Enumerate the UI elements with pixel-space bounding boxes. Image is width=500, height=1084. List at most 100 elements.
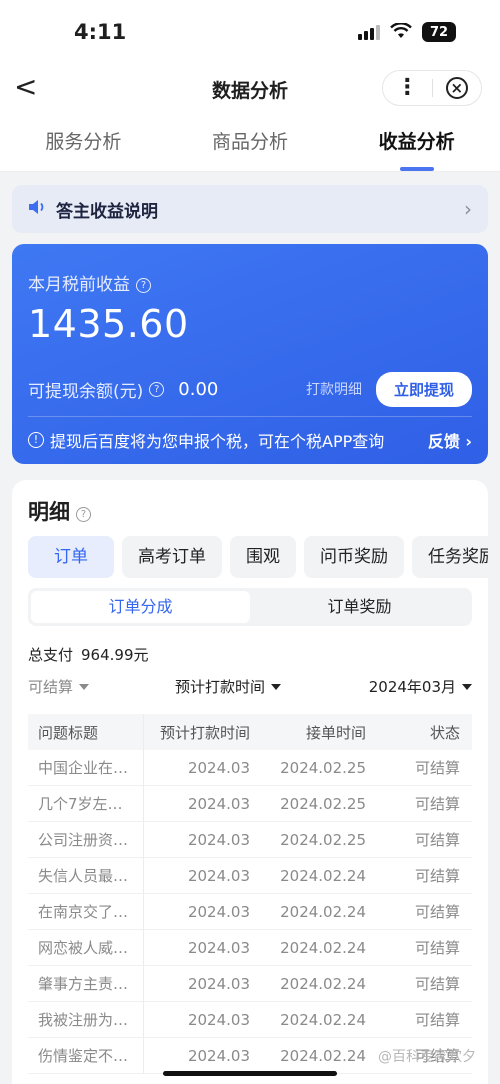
divider <box>28 416 472 417</box>
income-explanation-bar[interactable]: 答主收益说明 › <box>12 185 488 233</box>
status-cell: 可结算 <box>414 903 460 921</box>
feedback-link[interactable]: 反馈 › <box>428 428 472 452</box>
detail-section: 明细? 订单 高考订单 围观 问币奖励 任务奖励 订单分成 订单奖励 总支付 96… <box>12 480 488 1084</box>
total-payment: 总支付 964.99元 <box>28 644 149 665</box>
caret-down-icon <box>462 683 472 690</box>
withdraw-row: 可提现余额(元) ? 0.00 打款明细 立即提现 <box>28 371 472 407</box>
battery-indicator: 72 <box>422 22 456 42</box>
table-row[interactable]: 失信人员最… 2024.03 2024.02.24 可结算 <box>28 858 472 894</box>
segment-order-reward[interactable]: 订单奖励 <box>250 591 469 623</box>
withdrawable-balance-label: 可提现余额(元) <box>28 381 144 402</box>
expected-payment-cell: 2024.03 <box>187 974 250 993</box>
question-title-cell: 失信人员最… <box>28 858 144 893</box>
expected-payment-cell: 2024.03 <box>187 794 250 813</box>
accept-time-cell: 2024.02.25 <box>280 794 366 813</box>
time-filter-dropdown[interactable]: 预计打款时间 <box>175 676 282 697</box>
table-header: 问题标题 预计打款时间 接单时间 状态 <box>28 714 472 750</box>
help-icon[interactable]: ? <box>136 278 151 293</box>
accept-time-cell: 2024.02.25 <box>280 758 366 777</box>
chip-coin-rewards[interactable]: 问币奖励 <box>304 536 404 578</box>
help-icon[interactable]: ? <box>149 381 165 397</box>
order-table: 问题标题 预计打款时间 接单时间 状态 中国企业在… 2024.03 2024.02… <box>28 714 472 1074</box>
monthly-income-value: 1435.60 <box>28 302 189 346</box>
status-time: 4:11 <box>74 20 127 44</box>
status-icons: 72 <box>358 21 456 42</box>
status-cell: 可结算 <box>414 939 460 957</box>
speaker-icon <box>28 199 46 220</box>
expected-payment-cell: 2024.03 <box>187 1010 250 1029</box>
accept-time-cell: 2024.02.24 <box>280 974 366 993</box>
month-filter-dropdown[interactable]: 2024年03月 <box>369 676 472 697</box>
monthly-income-label: 本月税前收益? <box>28 270 151 295</box>
tax-tip-row: ! 提现后百度将为您申报个税，可在个税APP查询 反馈 › <box>28 428 472 452</box>
accept-time-cell: 2024.02.24 <box>280 938 366 957</box>
table-body: 中国企业在… 2024.03 2024.02.25 可结算 几个7岁左… 2024.03 2… <box>28 750 472 1074</box>
status-filter-dropdown[interactable]: 可结算 <box>28 676 90 697</box>
withdrawable-balance-value: 0.00 <box>178 378 219 400</box>
tab-income-analysis[interactable]: 收益分析 <box>333 114 500 171</box>
question-title-cell: 网恋被人威… <box>28 930 144 965</box>
question-title-cell: 我被注册为… <box>28 1002 144 1037</box>
column-header: 预计打款时间 <box>159 723 250 742</box>
detail-title-text: 明细 <box>28 500 70 524</box>
chip-onlookers[interactable]: 围观 <box>230 536 296 578</box>
category-chips: 订单 高考订单 围观 问币奖励 任务奖励 <box>28 536 488 578</box>
wifi-icon <box>390 21 412 42</box>
caret-down-icon <box>271 683 282 690</box>
question-title-cell: 几个7岁左… <box>28 786 144 821</box>
chip-task-rewards[interactable]: 任务奖励 <box>412 536 488 578</box>
chevron-right-icon: › <box>464 197 472 221</box>
status-cell: 可结算 <box>414 1011 460 1029</box>
expected-payment-cell: 2024.03 <box>187 1046 250 1065</box>
tab-service-analysis[interactable]: 服务分析 <box>0 114 167 171</box>
withdraw-now-button[interactable]: 立即提现 <box>375 371 472 407</box>
accept-time-cell: 2024.02.24 <box>280 1010 366 1029</box>
home-indicator <box>163 1071 337 1076</box>
caret-down-icon <box>79 683 90 690</box>
payment-detail-link[interactable]: 打款明细 <box>306 379 362 399</box>
help-icon[interactable]: ? <box>76 507 91 522</box>
accept-time-cell: 2024.02.25 <box>280 830 366 849</box>
segment-order-share[interactable]: 订单分成 <box>31 591 250 623</box>
expected-payment-cell: 2024.03 <box>187 902 250 921</box>
table-row[interactable]: 公司注册资… 2024.03 2024.02.25 可结算 <box>28 822 472 858</box>
table-row[interactable]: 几个7岁左… 2024.03 2024.02.25 可结算 <box>28 786 472 822</box>
info-icon: ! <box>28 432 44 448</box>
monthly-income-label-text: 本月税前收益 <box>28 275 130 295</box>
status-cell: 可结算 <box>414 867 460 885</box>
accept-time-cell: 2024.02.24 <box>280 902 366 921</box>
column-header: 状态 <box>429 723 460 742</box>
table-row[interactable]: 在南京交了… 2024.03 2024.02.24 可结算 <box>28 894 472 930</box>
total-payment-value: 964.99元 <box>81 646 149 664</box>
expected-payment-cell: 2024.03 <box>187 938 250 957</box>
close-icon: × <box>445 77 468 99</box>
filter-row: 可结算 预计打款时间 2024年03月 <box>28 674 472 698</box>
table-row[interactable]: 我被注册为… 2024.03 2024.02.24 可结算 <box>28 1002 472 1038</box>
income-card: 本月税前收益? 1435.60 可提现余额(元) ? 0.00 打款明细 立即提… <box>12 244 488 464</box>
watermark: @百科专家欢夕 <box>378 1049 476 1065</box>
question-title-cell: 伤情鉴定不… <box>28 1038 144 1073</box>
chip-orders[interactable]: 订单 <box>28 536 114 578</box>
close-button[interactable]: × <box>432 77 481 99</box>
tab-product-analysis[interactable]: 商品分析 <box>167 114 334 171</box>
nav-bar: < 数据分析 ⋮ × <box>0 62 500 114</box>
signal-icon <box>358 24 380 40</box>
status-cell: 可结算 <box>414 759 460 777</box>
status-cell: 可结算 <box>414 831 460 849</box>
table-row[interactable]: 网恋被人威… 2024.03 2024.02.24 可结算 <box>28 930 472 966</box>
status-cell: 可结算 <box>414 795 460 813</box>
chip-gaokao-orders[interactable]: 高考订单 <box>122 536 222 578</box>
table-row[interactable]: 中国企业在… 2024.03 2024.02.25 可结算 <box>28 750 472 786</box>
expected-payment-cell: 2024.03 <box>187 758 250 777</box>
status-cell: 可结算 <box>414 975 460 993</box>
table-row[interactable]: 肇事方主责… 2024.03 2024.02.24 可结算 <box>28 966 472 1002</box>
total-payment-label: 总支付 <box>28 646 74 664</box>
more-menu-button[interactable]: ⋮ <box>383 71 432 105</box>
column-header: 接单时间 <box>305 723 366 742</box>
mini-program-capsule: ⋮ × <box>382 70 482 106</box>
column-header: 问题标题 <box>28 714 144 750</box>
question-title-cell: 中国企业在… <box>28 750 144 785</box>
income-explanation-text: 答主收益说明 <box>56 201 158 222</box>
analysis-tabs: 服务分析 商品分析 收益分析 <box>0 114 500 172</box>
accept-time-cell: 2024.02.24 <box>280 866 366 885</box>
